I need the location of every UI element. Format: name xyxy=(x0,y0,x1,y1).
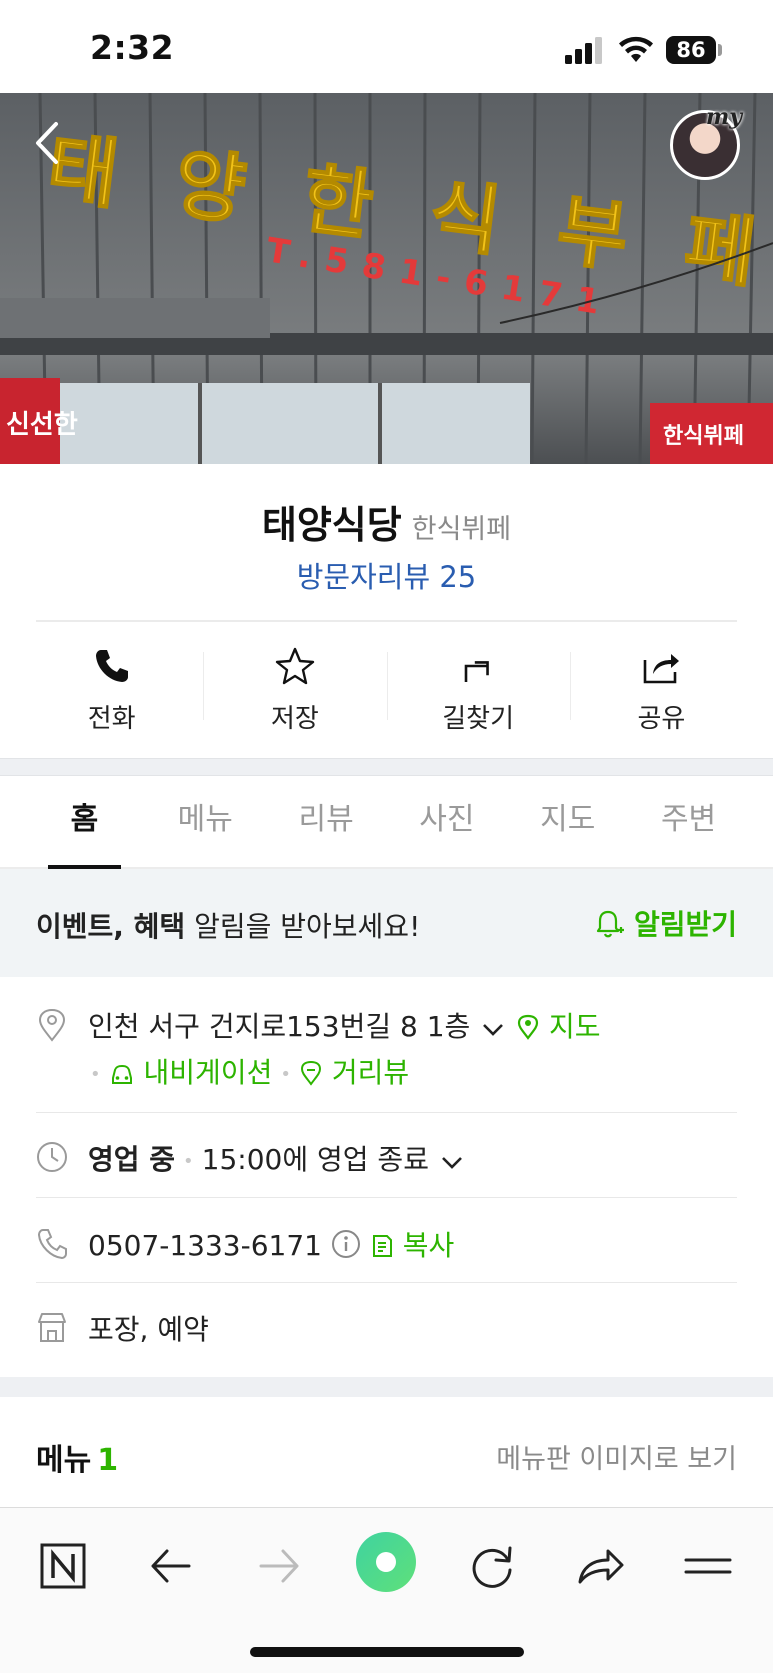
copy-button[interactable]: 복사 xyxy=(370,1229,454,1262)
map-link-label: 지도 xyxy=(549,1010,601,1043)
chevron-down-icon[interactable] xyxy=(438,1151,466,1173)
tab-nearby[interactable]: 주변 xyxy=(628,776,749,867)
share-arrow-icon[interactable] xyxy=(572,1538,628,1594)
star-icon xyxy=(275,647,315,685)
phone-outline-icon xyxy=(37,1229,67,1260)
separator-dot: • xyxy=(90,1063,101,1085)
info-icon[interactable] xyxy=(331,1229,361,1259)
action-bar: 전화 저장 길찾기 공유 xyxy=(20,630,753,750)
section-gap xyxy=(0,1377,773,1397)
street-view-pin-icon xyxy=(300,1060,321,1086)
cellular-signal-icon xyxy=(565,37,602,64)
directions-button[interactable]: 길찾기 xyxy=(386,630,570,750)
copy-icon xyxy=(372,1235,392,1257)
address-line: 인천 서구 건지로153번길 8 1층 지도 xyxy=(88,1005,601,1045)
menu-title: 메뉴 1 xyxy=(36,1435,118,1479)
phone-line: 0507-1333-6171 복사 xyxy=(88,1224,454,1264)
battery-indicator: 86 xyxy=(666,36,716,64)
menu-count: 1 xyxy=(97,1443,119,1478)
map-link[interactable]: 지도 xyxy=(516,1010,601,1043)
subscribe-alert-label: 알림받기 xyxy=(633,908,737,941)
phone-row: 0507-1333-6171 복사 xyxy=(36,1224,737,1284)
save-label: 저장 xyxy=(270,704,319,734)
notification-rest-text: 알림을 받아보세요! xyxy=(185,910,421,943)
refresh-icon[interactable] xyxy=(464,1538,520,1594)
status-time: 2:32 xyxy=(90,28,175,67)
menu-image-link[interactable]: 메뉴판 이미지로 보기 xyxy=(496,1437,737,1476)
place-category: 한식뷔페 xyxy=(411,514,512,545)
share-label: 공유 xyxy=(637,704,686,734)
call-button[interactable]: 전화 xyxy=(20,630,203,750)
tab-review[interactable]: 리뷰 xyxy=(266,776,387,867)
copy-label: 복사 xyxy=(402,1229,455,1262)
divider xyxy=(36,1112,737,1113)
hours-row[interactable]: 영업 중 • 15:00에 영업 종료 xyxy=(36,1138,737,1198)
map-pin-icon xyxy=(517,1014,539,1040)
location-pin-icon xyxy=(38,1008,66,1042)
divider xyxy=(36,1282,737,1283)
separator-dot: • xyxy=(280,1063,291,1085)
services-row: 포장, 예약 xyxy=(36,1308,737,1368)
menu-hamburger-icon[interactable] xyxy=(680,1538,736,1594)
tab-menu[interactable]: 메뉴 xyxy=(145,776,266,867)
street-view-link[interactable]: 거리뷰 xyxy=(299,1056,409,1089)
back-icon[interactable] xyxy=(143,1538,199,1594)
directions-icon xyxy=(464,661,489,682)
divider xyxy=(36,620,737,622)
status-bar: 2:32 86 xyxy=(0,0,773,93)
phone-icon xyxy=(95,650,128,682)
tab-home[interactable]: 홈 xyxy=(24,776,145,869)
my-label: my xyxy=(706,104,743,130)
navigation-label: 내비게이션 xyxy=(143,1056,273,1089)
services-text: 포장, 예약 xyxy=(88,1313,209,1346)
place-title-block: 태양식당 한식뷔페 방문자리뷰 25 xyxy=(0,464,773,620)
directions-label: 길찾기 xyxy=(442,704,514,734)
sign-side-text: 한식뷔페 xyxy=(663,424,744,449)
address-extra-links: • 내비게이션 • 거리뷰 xyxy=(82,1051,409,1091)
hours-line: 영업 중 • 15:00에 영업 종료 xyxy=(88,1138,466,1178)
call-label: 전화 xyxy=(87,704,136,734)
menu-section-header: 메뉴 1 메뉴판 이미지로 보기 xyxy=(0,1397,773,1507)
visitor-review-link[interactable]: 방문자리뷰 25 xyxy=(0,554,773,596)
forward-icon[interactable] xyxy=(251,1538,307,1594)
notification-banner: 이벤트, 혜택 알림을 받아보세요! 알림받기 xyxy=(0,869,773,977)
subscribe-alert-button[interactable]: 알림받기 xyxy=(592,903,737,943)
notification-text: 이벤트, 혜택 알림을 받아보세요! xyxy=(36,905,420,945)
hours-detail: 15:00에 영업 종료 xyxy=(201,1143,429,1176)
car-icon xyxy=(111,1064,132,1084)
green-dot-icon[interactable] xyxy=(354,1530,418,1594)
back-arrow-icon[interactable] xyxy=(30,118,66,168)
storefront-photo: 신선한 한식뷔페 태 양 한 식 부 페 T.581-6171 xyxy=(0,93,773,464)
tab-map[interactable]: 지도 xyxy=(507,776,628,867)
store-icon xyxy=(38,1313,66,1342)
battery-tip xyxy=(718,44,722,56)
separator-dot: • xyxy=(183,1150,194,1172)
bell-plus-icon xyxy=(596,910,624,938)
place-hero-photo[interactable]: 신선한 한식뷔페 태 양 한 식 부 페 T.581-6171 xyxy=(0,93,773,464)
address-row: 인천 서구 건지로153번길 8 1층 지도 • 내비게이션 • 거리뷰 xyxy=(36,1005,737,1115)
chevron-down-icon[interactable] xyxy=(479,1018,507,1040)
navigation-link[interactable]: 내비게이션 xyxy=(109,1056,273,1089)
place-title: 태양식당 한식뷔페 xyxy=(0,494,773,549)
street-view-label: 거리뷰 xyxy=(331,1056,410,1089)
tab-bar: 홈 메뉴 리뷰 사진 지도 주변 xyxy=(0,776,773,869)
share-button[interactable]: 공유 xyxy=(569,630,753,750)
hours-status: 영업 중 xyxy=(88,1143,176,1176)
wifi-icon xyxy=(619,36,653,62)
divider xyxy=(36,1197,737,1198)
clock-icon xyxy=(37,1142,67,1172)
sign-left-text: 신선한 xyxy=(6,410,78,440)
menu-title-label: 메뉴 xyxy=(36,1443,92,1478)
section-gap xyxy=(0,758,773,776)
address-text: 인천 서구 건지로153번길 8 1층 xyxy=(88,1010,471,1043)
home-indicator xyxy=(250,1647,524,1657)
naver-home-icon[interactable] xyxy=(35,1538,91,1594)
notification-bold-text: 이벤트, 혜택 xyxy=(36,910,186,943)
place-name: 태양식당 xyxy=(261,503,402,547)
save-button[interactable]: 저장 xyxy=(203,630,386,750)
share-icon xyxy=(644,654,680,684)
phone-number[interactable]: 0507-1333-6171 xyxy=(88,1229,322,1262)
tab-photo[interactable]: 사진 xyxy=(386,776,507,867)
